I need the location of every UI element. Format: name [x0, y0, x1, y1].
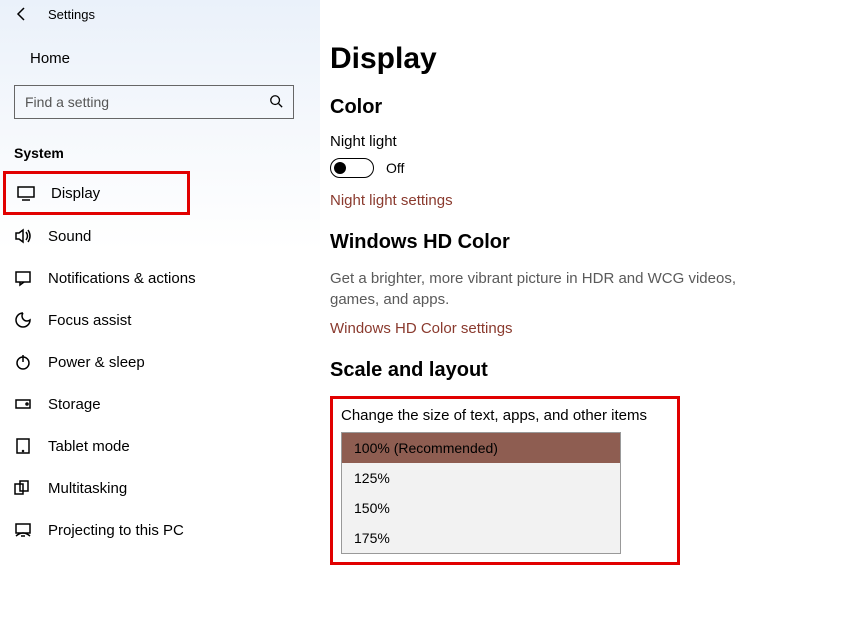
sidebar-item-sound[interactable]: Sound — [0, 215, 320, 257]
sidebar-item-storage[interactable]: Storage — [0, 383, 320, 425]
scale-option-125[interactable]: 125% — [342, 463, 620, 493]
topbar: Settings — [0, 6, 320, 40]
sidebar-section-header: System — [0, 137, 320, 171]
sidebar-item-label: Sound — [48, 228, 91, 245]
multitasking-icon — [14, 479, 32, 497]
section-scale: Scale and layout — [330, 359, 825, 382]
search-icon — [269, 94, 283, 111]
scale-option-175[interactable]: 175% — [342, 523, 620, 553]
night-light-label: Night light — [330, 133, 825, 150]
nav-home[interactable]: Home — [0, 40, 320, 77]
sidebar-item-label: Projecting to this PC — [48, 522, 184, 539]
sidebar-item-label: Notifications & actions — [48, 270, 196, 287]
hd-description: Get a brighter, more vibrant picture in … — [330, 268, 750, 310]
section-hd: Windows HD Color — [330, 231, 825, 254]
scale-option-150[interactable]: 150% — [342, 493, 620, 523]
sidebar-item-multitasking[interactable]: Multitasking — [0, 467, 320, 509]
sidebar-item-tablet[interactable]: Tablet mode — [0, 425, 320, 467]
storage-icon — [14, 395, 32, 413]
window-title: Settings — [48, 7, 95, 22]
nav-label: Home — [30, 50, 70, 67]
search-input[interactable]: Find a setting — [14, 85, 294, 119]
tablet-icon — [14, 437, 32, 455]
night-light-toggle-row: Off — [330, 158, 825, 178]
scale-highlight: Change the size of text, apps, and other… — [330, 396, 680, 565]
scale-label: Change the size of text, apps, and other… — [333, 407, 677, 432]
scale-dropdown[interactable]: 100% (Recommended) 125% 150% 175% — [341, 432, 621, 554]
toggle-state: Off — [386, 160, 404, 176]
scale-option-100[interactable]: 100% (Recommended) — [342, 433, 620, 463]
sidebar-item-label: Power & sleep — [48, 354, 145, 371]
sidebar-item-label: Storage — [48, 396, 101, 413]
sidebar-item-power[interactable]: Power & sleep — [0, 341, 320, 383]
sidebar-item-display[interactable]: Display — [3, 171, 190, 215]
hd-settings-link[interactable]: Windows HD Color settings — [330, 320, 825, 337]
projecting-icon — [14, 521, 32, 539]
search-placeholder: Find a setting — [25, 94, 109, 110]
sidebar-item-label: Tablet mode — [48, 438, 130, 455]
focus-icon — [14, 311, 32, 329]
night-light-settings-link[interactable]: Night light settings — [330, 192, 825, 209]
notifications-icon — [14, 269, 32, 287]
night-light-toggle[interactable] — [330, 158, 374, 178]
sidebar-item-label: Display — [51, 185, 100, 202]
main-content: Display Color Night light Off Night ligh… — [320, 0, 855, 624]
sidebar-item-label: Multitasking — [48, 480, 127, 497]
section-color: Color — [330, 96, 825, 119]
display-icon — [17, 184, 35, 202]
sidebar-item-label: Focus assist — [48, 312, 131, 329]
back-icon[interactable] — [14, 6, 30, 22]
sidebar-item-projecting[interactable]: Projecting to this PC — [0, 509, 320, 551]
sidebar-item-focus[interactable]: Focus assist — [0, 299, 320, 341]
sidebar: Settings Home Find a setting System Disp… — [0, 0, 320, 624]
search-wrap: Find a setting — [0, 77, 320, 137]
sound-icon — [14, 227, 32, 245]
page-title: Display — [330, 42, 825, 76]
sidebar-item-notifications[interactable]: Notifications & actions — [0, 257, 320, 299]
power-icon — [14, 353, 32, 371]
